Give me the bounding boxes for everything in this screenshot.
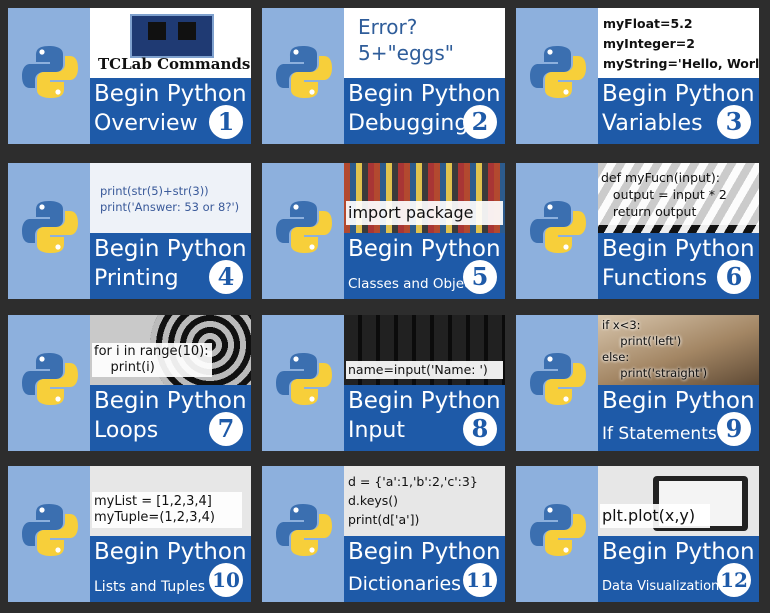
course-tile-data-visualization[interactable]: plt.plot(x,y) Begin Python Data Visualiz…	[516, 466, 759, 602]
tile-number-badge: 3	[717, 105, 751, 139]
tile-caption: TCLab Commands	[98, 55, 251, 73]
tile-thumbnail: myList = [1,2,3,4] myTuple=(1,2,3,4)	[90, 466, 251, 536]
tile-subtitle: Functions	[602, 266, 708, 291]
python-logo-icon	[530, 504, 586, 556]
tile-number-badge: 12	[717, 563, 751, 597]
course-tile-debugging[interactable]: Error? 5+"eggs" Begin Python Debugging 2	[262, 8, 505, 144]
tile-code: myFloat=5.2 myInteger=2 myString='Hello,…	[603, 16, 759, 71]
tile-title: Begin Python	[348, 539, 501, 565]
tile-thumbnail: myFloat=5.2 myInteger=2 myString='Hello,…	[598, 8, 759, 78]
tile-number-badge: 9	[717, 412, 751, 446]
tile-subtitle: Input	[348, 418, 405, 443]
tile-number-badge: 4	[209, 260, 243, 294]
python-logo-icon	[276, 201, 332, 253]
tile-thumbnail: for i in range(10): print(i)	[90, 315, 251, 385]
tile-title: Begin Python	[602, 236, 755, 262]
course-tile-loops[interactable]: for i in range(10): print(i) Begin Pytho…	[8, 315, 251, 451]
course-grid: TCLab Commands Begin Python Overview 1 E…	[0, 0, 770, 613]
tile-thumbnail: def myFucn(input): output = input * 2 re…	[598, 163, 759, 233]
tile-title: Begin Python	[94, 81, 247, 107]
tile-title: Begin Python	[94, 388, 247, 414]
tile-subtitle: Loops	[94, 418, 159, 443]
tile-code: import package	[348, 203, 474, 222]
tile-code: d = {'a':1,'b':2,'c':3} d.keys() print(d…	[348, 474, 478, 527]
tile-code: myList = [1,2,3,4] myTuple=(1,2,3,4)	[94, 494, 215, 525]
tile-number-badge: 8	[463, 412, 497, 446]
tile-title: Begin Python	[348, 81, 501, 107]
tile-title: Begin Python	[94, 539, 247, 565]
tile-title: Begin Python	[602, 81, 755, 107]
tile-code: if x<3: print('left') else: print('strai…	[602, 318, 708, 380]
tile-thumbnail: Error? 5+"eggs"	[344, 8, 505, 78]
course-tile-functions[interactable]: def myFucn(input): output = input * 2 re…	[516, 163, 759, 299]
tile-title: Begin Python	[602, 539, 755, 565]
tile-thumbnail: if x<3: print('left') else: print('strai…	[598, 315, 759, 385]
tile-code: Error? 5+"eggs"	[358, 15, 454, 65]
tile-code: def myFucn(input): output = input * 2 re…	[601, 170, 727, 219]
tile-code: for i in range(10): print(i)	[94, 344, 209, 375]
tile-number-badge: 11	[463, 563, 497, 597]
tile-title: Begin Python	[602, 388, 755, 414]
tile-number-badge: 7	[209, 412, 243, 446]
python-logo-icon	[530, 201, 586, 253]
tile-subtitle: Overview	[94, 111, 198, 136]
course-tile-classes-objects[interactable]: import package Begin Python Classes and …	[262, 163, 505, 299]
course-tile-overview[interactable]: TCLab Commands Begin Python Overview 1	[8, 8, 251, 144]
tile-number-badge: 10	[209, 563, 243, 597]
course-tile-printing[interactable]: print(str(5)+str(3)) print('Answer: 53 o…	[8, 163, 251, 299]
tile-subtitle: Debugging	[348, 111, 469, 136]
tile-code: name=input('Name: ')	[348, 362, 488, 377]
tile-thumbnail: d = {'a':1,'b':2,'c':3} d.keys() print(d…	[344, 466, 505, 536]
python-logo-icon	[22, 504, 78, 556]
python-logo-icon	[276, 504, 332, 556]
tile-number-badge: 1	[209, 105, 243, 139]
course-tile-if-statements[interactable]: if x<3: print('left') else: print('strai…	[516, 315, 759, 451]
course-tile-lists-tuples[interactable]: myList = [1,2,3,4] myTuple=(1,2,3,4) Beg…	[8, 466, 251, 602]
python-logo-icon	[22, 46, 78, 98]
tile-number-badge: 2	[463, 105, 497, 139]
tile-subtitle: Printing	[94, 266, 179, 291]
circuit-board-image	[130, 14, 214, 58]
tile-subtitle: Lists and Tuples	[94, 579, 205, 595]
python-logo-icon	[276, 353, 332, 405]
python-logo-icon	[530, 46, 586, 98]
course-tile-variables[interactable]: myFloat=5.2 myInteger=2 myString='Hello,…	[516, 8, 759, 144]
tile-subtitle: Dictionaries	[348, 573, 462, 595]
tile-thumbnail: plt.plot(x,y)	[598, 466, 759, 536]
tile-thumbnail: import package	[344, 163, 505, 233]
tile-subtitle: If Statements	[602, 424, 717, 444]
python-logo-icon	[22, 353, 78, 405]
tile-code: print(str(5)+str(3)) print('Answer: 53 o…	[100, 184, 240, 214]
course-tile-input[interactable]: name=input('Name: ') Begin Python Input …	[262, 315, 505, 451]
tile-number-badge: 5	[463, 260, 497, 294]
tile-subtitle: Variables	[602, 111, 703, 136]
course-tile-dictionaries[interactable]: d = {'a':1,'b':2,'c':3} d.keys() print(d…	[262, 466, 505, 602]
tile-subtitle: Data Visualization	[602, 579, 720, 594]
tile-title: Begin Python	[94, 236, 247, 262]
tile-title: Begin Python	[348, 388, 501, 414]
tile-thumbnail: name=input('Name: ')	[344, 315, 505, 385]
tile-title: Begin Python	[348, 236, 501, 262]
tile-code: plt.plot(x,y)	[602, 506, 696, 525]
tile-thumbnail: TCLab Commands	[90, 8, 251, 78]
tile-thumbnail: print(str(5)+str(3)) print('Answer: 53 o…	[90, 163, 251, 233]
tile-number-badge: 6	[717, 260, 751, 294]
python-logo-icon	[276, 46, 332, 98]
python-logo-icon	[530, 353, 586, 405]
python-logo-icon	[22, 201, 78, 253]
